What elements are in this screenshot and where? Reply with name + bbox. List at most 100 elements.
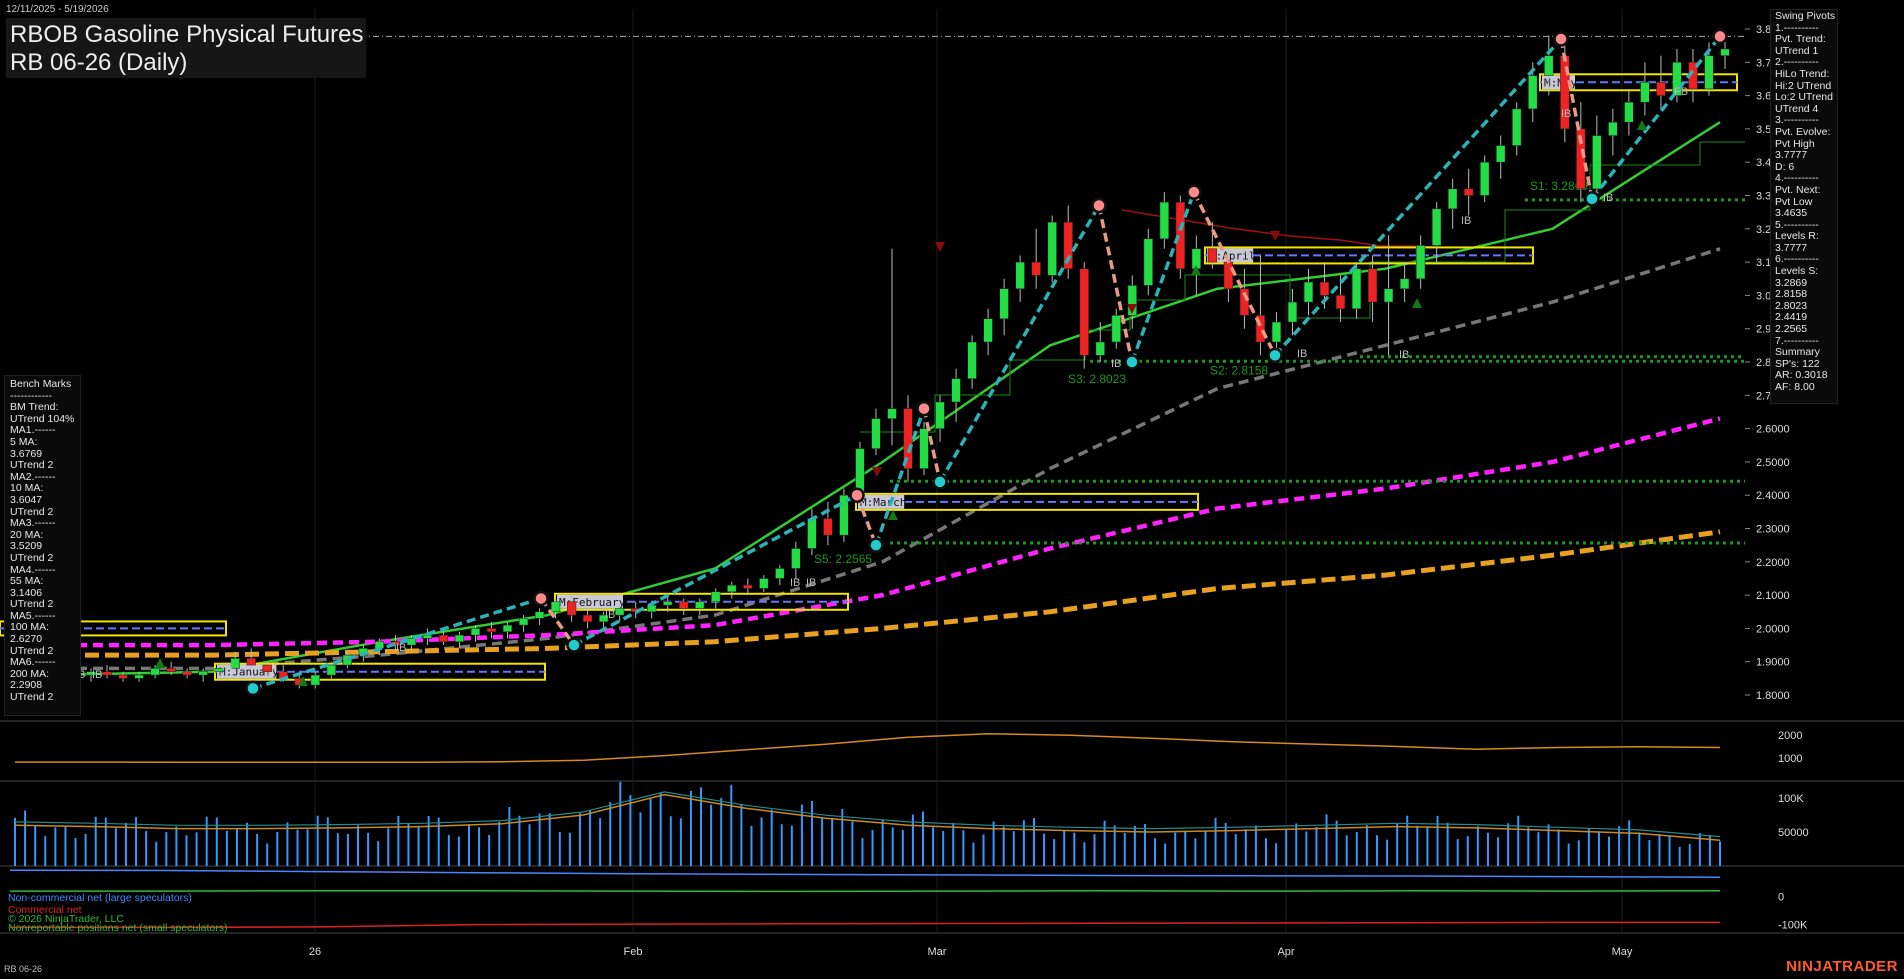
candle-body	[1207, 248, 1217, 263]
candle-body	[1143, 238, 1153, 286]
pivot-low-marker	[245, 680, 261, 697]
benchmark-line: 55 MA:	[10, 575, 44, 588]
candle-body	[550, 601, 561, 613]
volume-tick-label: 100K	[1778, 793, 1804, 805]
swing-pivot-line: HiLo Trend:	[1775, 67, 1830, 80]
candle-body	[470, 628, 481, 636]
candle-body	[871, 418, 881, 449]
candle-body	[1079, 268, 1089, 356]
candle-body	[775, 568, 785, 579]
pivot-high-marker	[1186, 184, 1202, 200]
candle-body	[743, 584, 753, 589]
ib-marker: IB	[790, 577, 800, 589]
x-tick-label: Feb	[624, 946, 643, 958]
swing-pivot-line: Pvt. Next:	[1775, 183, 1821, 196]
candle-body	[502, 624, 513, 633]
candle-body	[1720, 48, 1730, 56]
pivot-low-marker	[1124, 354, 1140, 370]
volume-tick-label: 50000	[1778, 827, 1809, 839]
price-chart[interactable]: S1: 3.2869S2: 2.8158S3: 2.8023S5: 2.2565…	[0, 0, 1904, 979]
ib-marker: IB	[396, 642, 406, 654]
pivot-high-marker	[1553, 31, 1569, 47]
benchmarks-panel: Bench Marks ------------ BM Trend: UTrend 1…	[4, 375, 81, 716]
ib-marker: IB	[1399, 349, 1409, 361]
candle-body	[887, 408, 897, 419]
swing-pivots-panel: Swing Pivots 1.---------- Pvt. Trend: UTren…	[1770, 9, 1838, 404]
candle-body	[1624, 101, 1634, 123]
candle-body	[967, 341, 977, 379]
candle-body	[566, 601, 577, 616]
support-label: S2: 2.8158	[1210, 364, 1268, 378]
ib-marker: IB	[92, 669, 102, 681]
benchmark-line: Bench Marks	[10, 378, 72, 390]
candle-body	[150, 668, 160, 676]
candle-body	[1656, 82, 1666, 96]
candle-body	[134, 674, 144, 679]
benchmark-line: MA3.------	[10, 517, 56, 530]
pivot-low-marker	[932, 474, 948, 490]
pivot-high-marker	[533, 590, 549, 607]
x-tick-label: Apr	[1277, 946, 1294, 958]
candle-body	[118, 674, 128, 679]
ib-marker: IB	[222, 661, 232, 673]
candle-body	[1480, 161, 1490, 196]
candle-body	[663, 601, 673, 606]
ib-marker: IB	[1461, 215, 1471, 227]
candle-body	[198, 671, 208, 676]
candle-body	[1464, 188, 1474, 196]
candle-body	[182, 671, 192, 676]
y-tick-label: 1.9000	[1756, 657, 1790, 669]
swing-pivot-line: 2.2565	[1775, 323, 1808, 336]
candle-body	[1095, 341, 1105, 356]
candle-body	[1608, 121, 1618, 136]
pivot-low-marker	[1267, 347, 1283, 364]
candle-body	[1448, 188, 1458, 210]
candle-body	[1303, 281, 1314, 303]
candle-body	[1351, 268, 1362, 309]
candle-body	[1367, 268, 1378, 303]
y-tick-label: 2.2000	[1756, 557, 1790, 569]
candle-body	[791, 548, 801, 569]
footer-symbol: RB 06-26	[4, 964, 43, 974]
chart-subtitle: RB 06-26 (Daily)	[10, 49, 188, 76]
candle-body	[1223, 261, 1234, 289]
title-box: RBOB Gasoline Physical Futures RB 06-26 …	[6, 18, 366, 78]
candle-body	[759, 578, 769, 589]
benchmark-line: UTrend 2	[10, 459, 54, 472]
candle-body	[1031, 261, 1041, 276]
cot-noncommercial-label: Non-commercial net (large speculators)	[8, 892, 192, 904]
candle-body	[1592, 135, 1602, 190]
candle-body	[727, 584, 737, 593]
candle-body	[1319, 281, 1330, 296]
pivot-high-marker	[1091, 197, 1107, 214]
candle-body	[1544, 55, 1554, 76]
swing-pivot-line: Lo:2 UTrend	[1775, 91, 1833, 104]
support-label: S3: 2.8023	[1068, 372, 1126, 386]
candle-body	[534, 611, 545, 619]
x-tick-label: May	[1612, 946, 1633, 958]
pivot-high-marker	[916, 400, 932, 417]
candle-body	[1159, 201, 1169, 240]
candle-body	[1271, 321, 1282, 343]
pivot-low-marker	[1584, 191, 1600, 207]
ib-marker: IB	[1561, 108, 1571, 120]
chart-title: RBOB Gasoline Physical Futures	[10, 21, 364, 48]
cot-tick-label: -100K	[1778, 920, 1808, 932]
cot-nonreportable-label: Nonreportable positions net (small specu…	[8, 922, 228, 934]
candle-body	[679, 601, 689, 609]
candle-body	[486, 628, 497, 633]
candle-body	[518, 618, 529, 626]
ib-marker: FB	[1674, 86, 1688, 98]
y-tick-label: 2.0000	[1756, 623, 1790, 635]
ib-marker: IB	[806, 577, 816, 589]
candle-body	[1287, 301, 1298, 323]
date-range: 12/11/2025 - 5/19/2026	[6, 4, 109, 15]
x-tick-label: 26	[309, 946, 321, 958]
ib-marker: IB	[1297, 348, 1307, 360]
swing-pivot-line: 3.7777	[1775, 149, 1808, 162]
support-label: S5: 2.2565	[814, 552, 872, 566]
candle-body	[1335, 295, 1346, 309]
candle-body	[262, 664, 272, 672]
benchmark-line: 3.6047	[10, 493, 43, 506]
candle-body	[246, 658, 256, 666]
